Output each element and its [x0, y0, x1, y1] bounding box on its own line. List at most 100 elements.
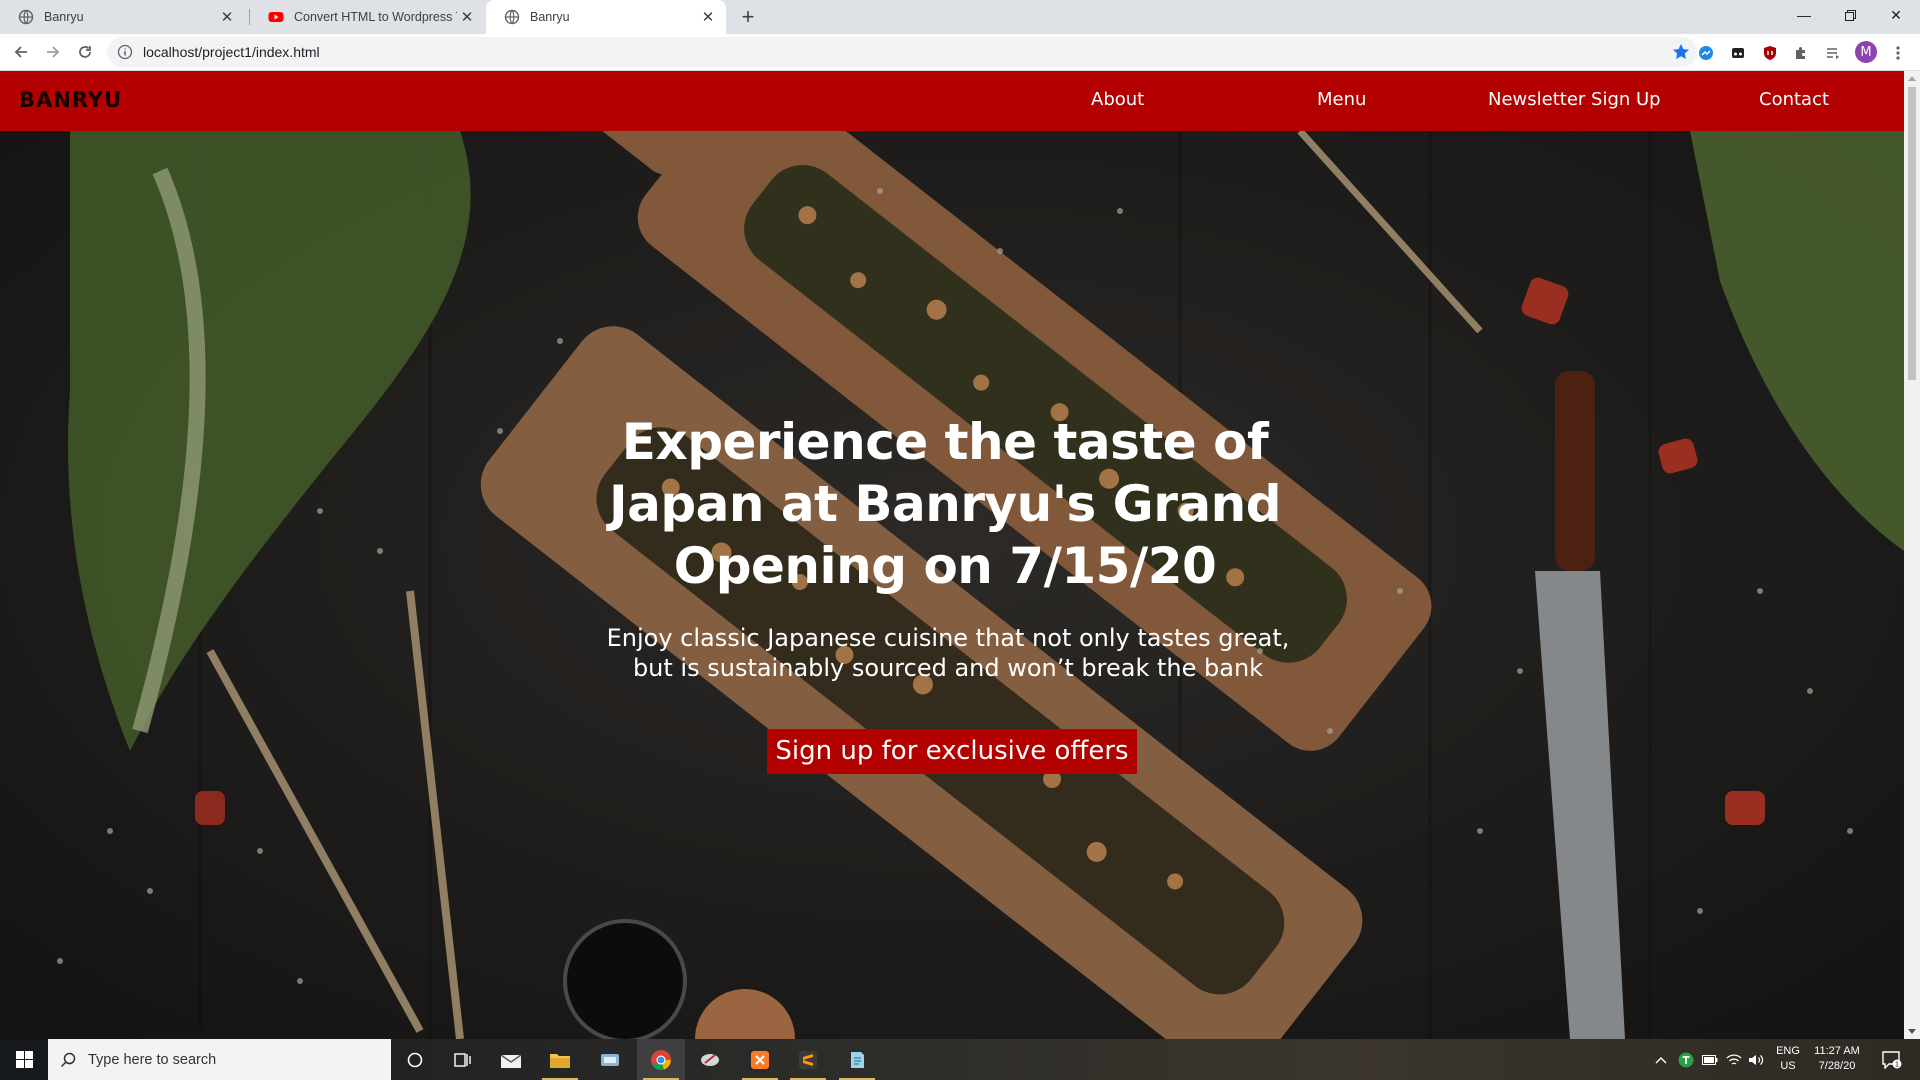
tab-strip: Banryu ✕ Convert HTML to Wordpress The ✕…	[0, 0, 1920, 34]
wifi-icon	[1726, 1053, 1742, 1065]
more-vert-icon	[1896, 46, 1900, 60]
show-hidden-icons-button[interactable]	[1650, 1039, 1672, 1080]
scroll-down-icon[interactable]	[1908, 1029, 1916, 1034]
info-icon[interactable]	[117, 44, 133, 60]
new-tab-button[interactable]: +	[736, 4, 760, 29]
arrow-left-icon	[14, 46, 27, 58]
green-t-icon	[1678, 1052, 1694, 1067]
cortana-button[interactable]	[391, 1039, 439, 1080]
close-tab-icon[interactable]: ✕	[217, 7, 237, 27]
battery-icon	[1702, 1054, 1718, 1065]
system-clock[interactable]: 11:27 AM 7/28/20	[1806, 1044, 1868, 1074]
search-placeholder: Type here to search	[88, 1051, 217, 1068]
minimize-button[interactable]: —	[1781, 0, 1827, 30]
browser-toolbar: localhost/project1/index.html M	[0, 34, 1920, 71]
windows-logo-icon	[15, 1051, 33, 1068]
nav-link-newsletter[interactable]: Newsletter Sign Up	[1488, 89, 1661, 110]
scrollbar-thumb[interactable]	[1908, 87, 1916, 380]
battery-icon[interactable]	[1699, 1039, 1721, 1080]
extension-icon-incognito[interactable]	[1728, 43, 1748, 63]
mail-icon	[500, 1053, 522, 1068]
forward-button[interactable]	[41, 40, 65, 64]
cortana-circle-icon	[407, 1052, 423, 1067]
tab-banryu-active[interactable]: Banryu ✕	[486, 0, 726, 34]
tab-youtube[interactable]: Convert HTML to Wordpress The ✕	[250, 0, 485, 34]
reload-button[interactable]	[73, 40, 97, 64]
task-view-button[interactable]	[439, 1039, 487, 1080]
region-code: US	[1780, 1060, 1796, 1072]
chevron-up-icon	[1655, 1056, 1667, 1063]
globe-icon	[18, 9, 34, 25]
taskbar-app-chrome[interactable]	[637, 1039, 685, 1080]
mask-icon	[1732, 48, 1744, 58]
shield-icon	[1764, 46, 1776, 60]
site-navbar: BANRYU About Menu Newsletter Sign Up Con…	[0, 71, 1904, 131]
sublime-icon	[799, 1050, 817, 1069]
playlist-icon	[1827, 48, 1839, 59]
nav-link-menu[interactable]: Menu	[1317, 89, 1366, 110]
snip-icon	[701, 1053, 719, 1066]
url-text: localhost/project1/index.html	[143, 44, 320, 60]
extensions-button[interactable]	[1791, 43, 1811, 63]
notepad-icon	[851, 1051, 864, 1068]
tab-title: Banryu	[44, 10, 84, 24]
language-code: ENG	[1776, 1045, 1800, 1057]
wifi-icon[interactable]	[1723, 1039, 1745, 1080]
close-window-button[interactable]: ✕	[1873, 0, 1919, 30]
speaker-icon	[1749, 1054, 1764, 1065]
taskbar-app-snip[interactable]	[686, 1039, 734, 1080]
folder-icon	[550, 1053, 570, 1068]
reload-icon	[79, 46, 91, 58]
extension-icon-ublock[interactable]	[1760, 43, 1780, 63]
close-tab-icon[interactable]: ✕	[698, 7, 718, 27]
notification-icon: 1	[1882, 1050, 1902, 1069]
site-logo[interactable]: BANRYU	[19, 88, 122, 112]
xampp-icon	[751, 1050, 769, 1069]
bookmark-star-icon[interactable]	[1671, 42, 1691, 62]
extension-icon-messenger[interactable]	[1696, 43, 1716, 63]
taskbar-app-xampp[interactable]	[736, 1039, 784, 1080]
address-bar[interactable]: localhost/project1/index.html	[107, 37, 1697, 67]
youtube-icon	[268, 12, 284, 22]
arrow-right-icon	[47, 46, 60, 58]
hero-subline: Enjoy classic Japanese cuisine that not …	[606, 624, 1290, 682]
app-window-icon	[601, 1053, 619, 1066]
profile-avatar[interactable]: M	[1855, 41, 1877, 63]
tab-title: Convert HTML to Wordpress The	[294, 10, 457, 24]
volume-icon[interactable]	[1745, 1039, 1767, 1080]
messenger-icon	[1699, 46, 1713, 60]
taskbar-search-input[interactable]: Type here to search	[48, 1039, 391, 1080]
media-control-button[interactable]	[1823, 43, 1843, 63]
nav-link-about[interactable]: About	[1091, 89, 1144, 110]
clock-time: 11:27 AM	[1814, 1045, 1860, 1057]
taskbar-app-sublime[interactable]	[784, 1039, 832, 1080]
restore-icon	[1844, 9, 1856, 21]
globe-icon	[504, 9, 520, 25]
taskbar-app-mail[interactable]	[487, 1039, 535, 1080]
taskbar-app-notepad[interactable]	[833, 1039, 881, 1080]
action-center-button[interactable]: 1	[1872, 1039, 1912, 1080]
restore-button[interactable]	[1827, 0, 1873, 30]
hero-headline: Experience the taste of Japan at Banryu'…	[608, 413, 1282, 595]
nav-link-contact[interactable]: Contact	[1759, 89, 1829, 110]
tab-banryu-1[interactable]: Banryu ✕	[0, 0, 245, 34]
notification-count: 1	[1895, 1060, 1899, 1068]
hero-section: Experience the taste of Japan at Banryu'…	[0, 131, 1904, 1039]
tab-title: Banryu	[530, 10, 570, 24]
input-language-indicator[interactable]: ENG US	[1768, 1044, 1808, 1074]
clock-date: 7/28/20	[1818, 1060, 1856, 1072]
chrome-icon	[651, 1049, 671, 1070]
menu-button[interactable]	[1888, 43, 1908, 63]
windows-taskbar: Type here to search ENG US 11:27 AM 7/28…	[0, 1039, 1920, 1080]
page-scrollbar[interactable]	[1904, 71, 1920, 1039]
taskbar-app-file-explorer[interactable]	[536, 1039, 584, 1080]
scroll-up-icon[interactable]	[1908, 76, 1916, 81]
taskbar-app-settings[interactable]	[586, 1039, 634, 1080]
task-view-icon	[454, 1052, 471, 1067]
back-button[interactable]	[9, 40, 33, 64]
signup-offers-button[interactable]: Sign up for exclusive offers	[767, 729, 1137, 774]
start-button[interactable]	[0, 1039, 48, 1080]
tray-app-icon[interactable]	[1675, 1039, 1697, 1080]
close-tab-icon[interactable]: ✕	[457, 7, 477, 27]
puzzle-icon	[1796, 47, 1805, 59]
